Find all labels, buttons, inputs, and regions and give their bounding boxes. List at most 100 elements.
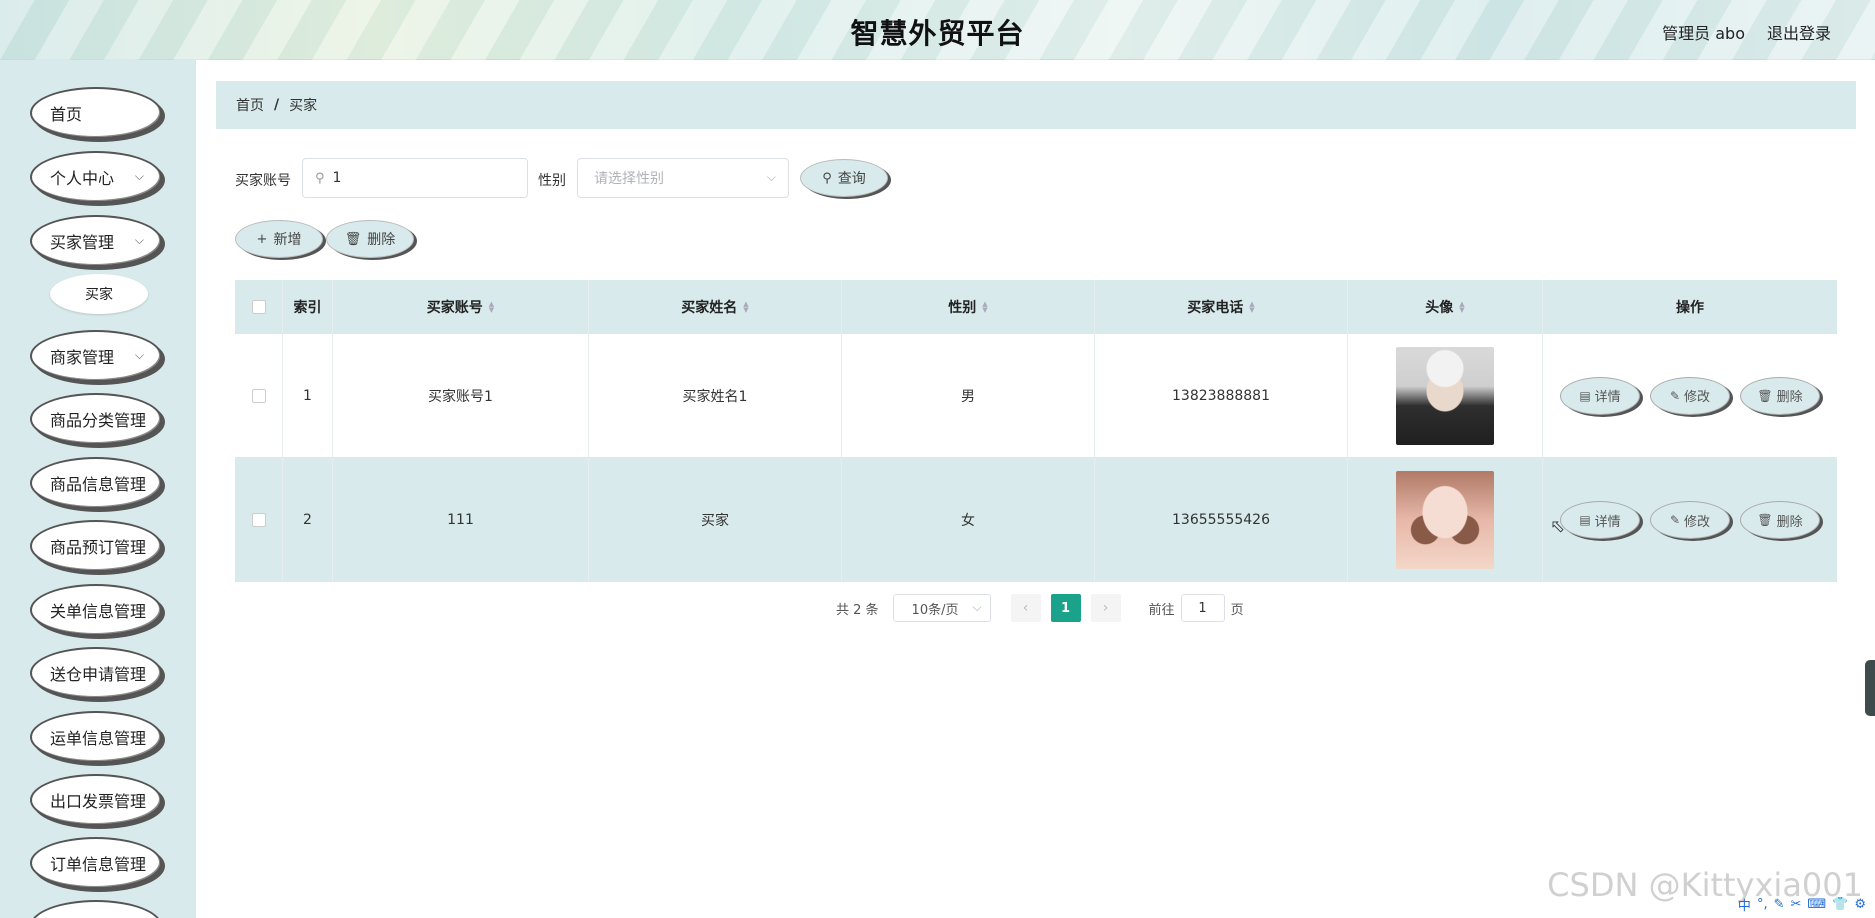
logout-link[interactable]: 退出登录 (1767, 20, 1831, 44)
avatar-image[interactable] (1396, 471, 1494, 569)
sidebar-item-personal-center[interactable]: 个人中心 ⌵ (30, 151, 162, 203)
trash-icon: 🗑 (344, 231, 362, 247)
column-header-actions: 操作 (1543, 280, 1837, 334)
breadcrumb-home[interactable]: 首页 (236, 95, 264, 115)
sidebar-item-home[interactable]: 首页 (30, 87, 162, 139)
column-header-account[interactable]: 买家账号 ▲ ▼ (333, 280, 589, 334)
sidebar-item-label: 商品信息管理 (50, 475, 147, 494)
cell-name: 买家 (589, 458, 842, 582)
column-header-label: 买家账号 (426, 300, 483, 316)
table-row: 2 111 买家 女 13655555426 ▤ 详情 ✎ 修改 🗑 删除 (235, 458, 1837, 582)
column-header-label: 操作 (1676, 300, 1704, 316)
sidebar-item-label: 送仓申请管理 (50, 665, 147, 684)
row-checkbox[interactable] (251, 513, 266, 527)
ime-toolbar: 中 °, ✎ ✂ ⌨ 👕 ⚙ (1735, 894, 1869, 914)
delete-button[interactable]: 🗑 删除 (1740, 501, 1820, 539)
ime-skin-icon[interactable]: 👕 (1832, 897, 1848, 912)
sidebar-item-merchant-management[interactable]: 商家管理 ⌵ (30, 330, 162, 382)
cell-index: 1 (283, 334, 333, 457)
detail-button[interactable]: ▤ 详情 (1560, 501, 1640, 539)
sort-icon[interactable]: ▲ ▼ (982, 301, 987, 314)
page-size-value: 10条/页 (911, 602, 959, 618)
column-header-gender[interactable]: 性别 ▲ ▼ (842, 280, 1095, 334)
delete-button[interactable]: 🗑 删除 (1740, 376, 1820, 415)
header-bar: 智慧外贸平台 管理员 abo 退出登录 (0, 0, 1875, 60)
goto-label: 前往 (1148, 602, 1175, 618)
edit-button[interactable]: ✎ 修改 (1650, 501, 1730, 539)
ime-chinese-toggle[interactable]: 中 (1738, 895, 1751, 914)
cell-avatar (1348, 458, 1543, 582)
cell-account: 买家账号1 (333, 334, 589, 457)
detail-button[interactable]: ▤ 详情 (1560, 376, 1640, 415)
ime-handwriting-icon[interactable]: ✎ (1774, 897, 1785, 912)
breadcrumb: 首页 / 买家 (216, 81, 1856, 129)
cell-phone: 13823888881 (1095, 334, 1348, 457)
sidebar: 首页 个人中心 ⌵ 买家管理 ⌵ 买家 商家管理 ⌵ 商品分类管理 商品信息管理 商品… (0, 60, 196, 918)
ime-settings-icon[interactable]: ⚙ (1854, 897, 1866, 912)
cell-phone: 13655555426 (1095, 458, 1348, 582)
sort-icon[interactable]: ▲ ▼ (489, 301, 494, 314)
cell-gender: 女 (842, 458, 1095, 582)
sort-icon[interactable]: ▲ ▼ (1459, 301, 1464, 314)
sidebar-item-label: 首页 (50, 105, 83, 124)
document-icon: ▤ (1579, 513, 1591, 527)
chevron-down-icon: ⌵ (134, 169, 144, 183)
detail-button-label: 详情 (1594, 514, 1621, 530)
ime-keyboard-icon[interactable]: ⌨ (1807, 897, 1826, 912)
select-all-checkbox[interactable] (251, 300, 266, 314)
sidebar-item-export-invoice[interactable]: 出口发票管理 (30, 774, 162, 826)
detail-button-label: 详情 (1594, 390, 1621, 405)
pencil-icon: ✎ (1669, 513, 1681, 527)
sidebar-item-customs-info[interactable]: 关单信息管理 (30, 584, 162, 636)
avatar-image[interactable] (1396, 346, 1494, 445)
column-header-name[interactable]: 买家姓名 ▲ ▼ (589, 280, 842, 334)
sidebar-item-label: 运单信息管理 (50, 729, 147, 748)
column-header-avatar[interactable]: 头像 ▲ ▼ (1348, 280, 1543, 334)
gender-select[interactable]: 请选择性别 ⌵ (577, 158, 789, 198)
sidebar-item-waybill-info[interactable]: 运单信息管理 (30, 711, 162, 763)
column-header-label: 索引 (293, 300, 322, 316)
table-row: 1 买家账号1 买家姓名1 男 13823888881 ▤ 详情 ✎ 修改 🗑 删除 (235, 334, 1837, 458)
chevron-down-icon: ⌵ (972, 600, 982, 614)
sidebar-item-product-booking[interactable]: 商品预订管理 (30, 520, 162, 572)
sidebar-item-more[interactable] (30, 900, 162, 918)
ime-punctuation-icon[interactable]: °, (1757, 897, 1768, 912)
page-number-button[interactable]: 1 (1050, 594, 1081, 622)
breadcrumb-current: 买家 (289, 98, 318, 114)
sidebar-item-label: 商家管理 (50, 348, 115, 367)
gender-label: 性别 (538, 173, 566, 189)
edit-button-label: 修改 (1684, 390, 1711, 405)
column-header-phone[interactable]: 买家电话 ▲ ▼ (1095, 280, 1348, 334)
batch-delete-button[interactable]: 🗑 删除 (326, 220, 414, 258)
side-float-tab[interactable] (1865, 660, 1875, 716)
column-header-label: 头像 (1425, 300, 1454, 316)
page-size-select[interactable]: 10条/页 ⌵ (892, 594, 991, 622)
sidebar-item-product-info[interactable]: 商品信息管理 (30, 457, 162, 509)
sort-icon[interactable]: ▲ ▼ (743, 301, 748, 314)
ime-scissors-icon[interactable]: ✂ (1790, 897, 1801, 912)
account-search-input[interactable]: ⚲ 1 (302, 158, 528, 198)
add-button[interactable]: + 新增 (235, 220, 323, 258)
goto-page-input[interactable]: 1 (1180, 594, 1225, 622)
sidebar-item-label: 买家管理 (50, 233, 115, 252)
edit-button[interactable]: ✎ 修改 (1650, 376, 1730, 415)
row-checkbox[interactable] (251, 388, 266, 403)
sidebar-subitem-buyer[interactable]: 买家 (50, 274, 148, 314)
chevron-down-icon: ⌵ (134, 348, 144, 362)
sidebar-item-buyer-management[interactable]: 买家管理 ⌵ (30, 215, 162, 267)
current-user: 管理员 abo (1662, 24, 1745, 43)
page-suffix: 页 (1230, 602, 1244, 618)
cell-name: 买家姓名1 (589, 334, 842, 457)
document-icon: ▤ (1579, 388, 1591, 403)
prev-page-button[interactable]: ‹ (1010, 594, 1041, 622)
query-button[interactable]: ⚲ 查询 (800, 159, 888, 197)
column-header-index: 索引 (283, 280, 333, 334)
pagination: 共 2 条 10条/页 ⌵ ‹ 1 › 前往 1 页 (836, 594, 1244, 622)
next-page-button[interactable]: › (1090, 594, 1121, 622)
sidebar-item-warehouse-request[interactable]: 送仓申请管理 (30, 647, 162, 699)
sidebar-item-order-info[interactable]: 订单信息管理 (30, 837, 162, 889)
search-icon: ⚲ (315, 170, 325, 186)
mouse-cursor-icon: ⬁ (1550, 516, 1566, 537)
sort-icon[interactable]: ▲ ▼ (1249, 301, 1254, 314)
sidebar-item-category-management[interactable]: 商品分类管理 (30, 393, 162, 445)
